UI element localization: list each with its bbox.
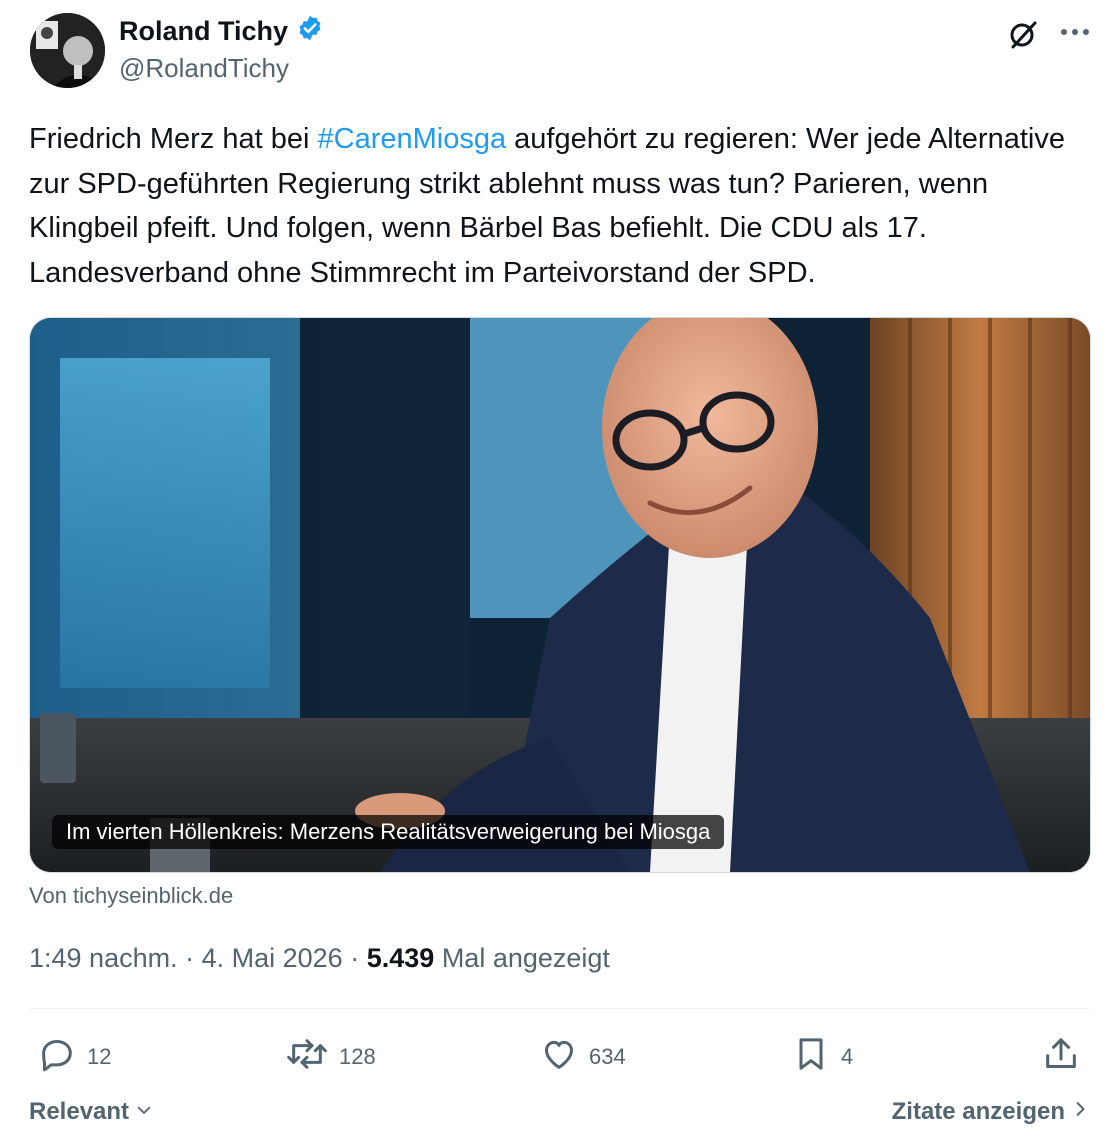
action-bar: 12 128 634 4: [29, 1032, 1089, 1082]
bookmark-icon: [791, 1034, 831, 1080]
link-card[interactable]: Im vierten Höllenkreis: Merzens Realität…: [29, 317, 1091, 873]
card-source[interactable]: Von tichyseinblick.de: [29, 883, 233, 909]
grok-icon[interactable]: [1005, 16, 1041, 52]
share-icon: [1041, 1034, 1081, 1080]
tweet-time[interactable]: 1:49 nachm.: [29, 943, 178, 973]
reply-count: 12: [87, 1044, 112, 1069]
sort-relevance-dropdown[interactable]: Relevant: [29, 1098, 153, 1126]
like-count: 634: [589, 1044, 626, 1069]
tweet-text: Friedrich Merz hat bei #CarenMiosga aufg…: [29, 117, 1094, 295]
like-icon: [539, 1034, 579, 1080]
repost-icon: [285, 1034, 329, 1080]
reply-button[interactable]: 12: [37, 1032, 111, 1082]
author-name[interactable]: Roland Tichy: [119, 14, 324, 49]
reply-icon: [37, 1034, 77, 1080]
repost-count: 128: [339, 1044, 376, 1069]
card-caption: Im vierten Höllenkreis: Merzens Realität…: [52, 815, 725, 849]
share-button[interactable]: [1041, 1032, 1081, 1082]
chevron-down-icon: [135, 1098, 153, 1126]
like-button[interactable]: 634: [539, 1032, 626, 1082]
separator: ·: [350, 943, 367, 973]
divider: [29, 1008, 1089, 1009]
show-quotes-link[interactable]: Zitate anzeigen: [892, 1098, 1089, 1126]
views-label: Mal angezeigt: [441, 943, 610, 973]
card-image: [30, 318, 1090, 872]
chevron-right-icon: [1073, 1098, 1089, 1126]
more-icon[interactable]: [1057, 14, 1093, 50]
tweet-text-part: Friedrich Merz hat bei: [29, 123, 318, 155]
hashtag-link[interactable]: #CarenMiosga: [318, 123, 507, 155]
verified-badge-icon: [296, 14, 324, 49]
tweet-meta: 1:49 nachm. · 4. Mai 2026 · 5.439 Mal an…: [29, 943, 610, 974]
repost-button[interactable]: 128: [285, 1032, 376, 1082]
separator: ·: [185, 943, 202, 973]
author-handle[interactable]: @RolandTichy: [119, 53, 289, 84]
view-count: 5.439: [366, 943, 435, 973]
avatar[interactable]: [30, 13, 105, 88]
tweet-date[interactable]: 4. Mai 2026: [202, 943, 343, 973]
author-name-text: Roland Tichy: [119, 16, 289, 46]
show-quotes-label: Zitate anzeigen: [891, 1098, 1065, 1125]
bookmark-count: 4: [841, 1044, 854, 1069]
sort-label: Relevant: [29, 1098, 130, 1125]
bookmark-button[interactable]: 4: [791, 1032, 853, 1082]
